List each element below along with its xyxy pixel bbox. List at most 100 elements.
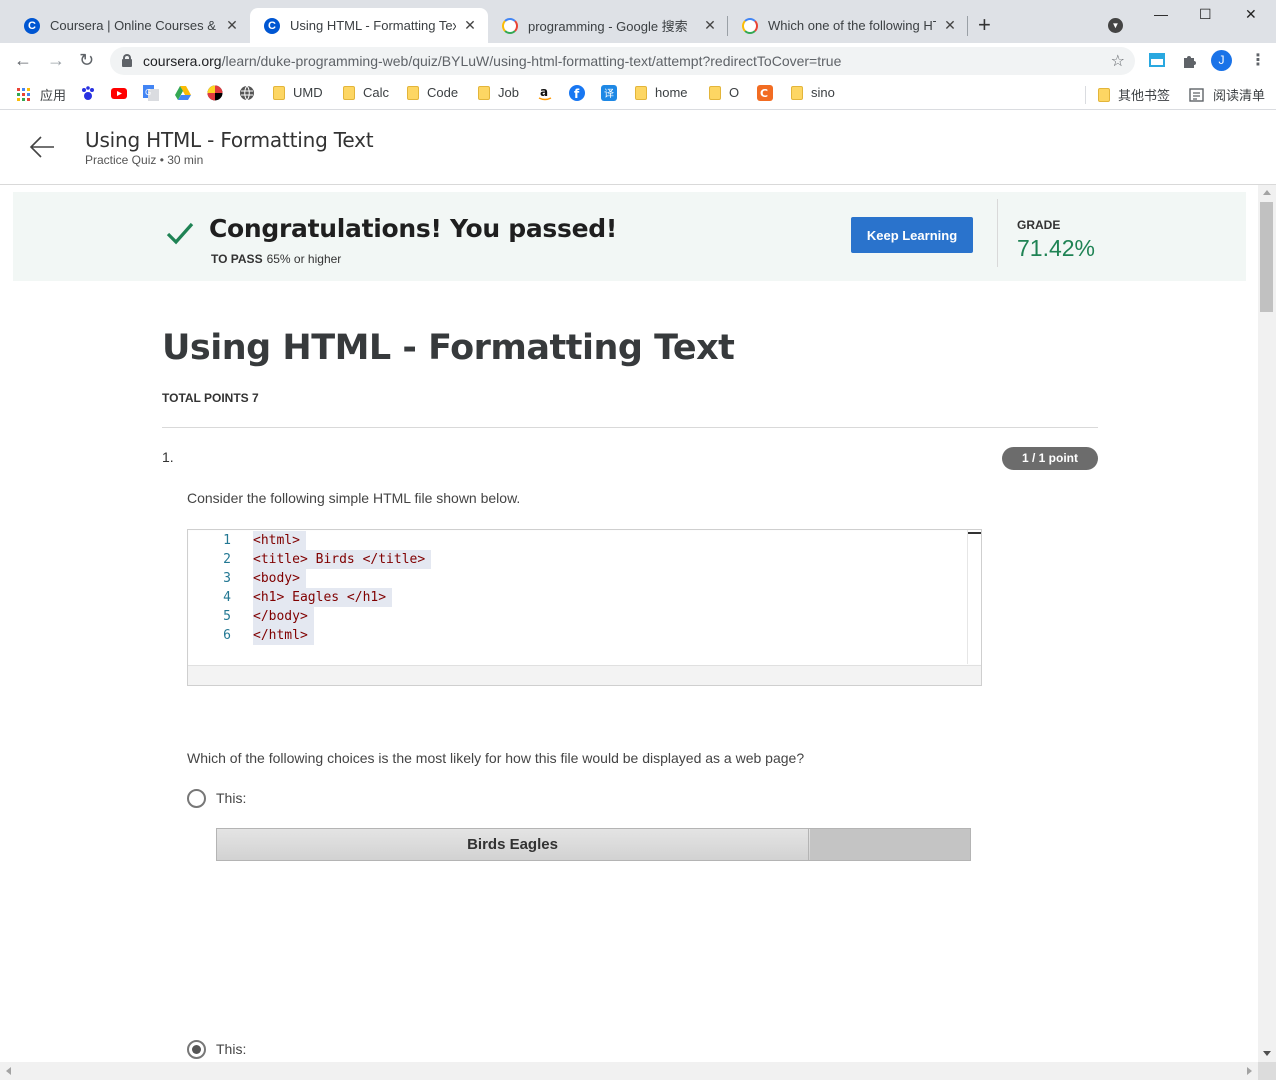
bookmark-amazon[interactable]: a xyxy=(537,85,561,101)
bookmark-folder-o[interactable]: O xyxy=(709,85,739,100)
c-orange-icon: C xyxy=(757,85,773,101)
folder-icon xyxy=(273,85,285,100)
translate-app-icon: 译 xyxy=(601,85,617,101)
code-scrollbar[interactable] xyxy=(967,530,981,664)
svg-text:a: a xyxy=(540,85,548,99)
code-editor[interactable]: 1 <html> 2 <title> Birds </title> 3 <body> … xyxy=(187,529,982,686)
forward-icon[interactable]: → xyxy=(47,51,65,69)
bookmark-youtube[interactable] xyxy=(111,85,135,101)
scroll-thumb[interactable] xyxy=(1260,202,1273,312)
bookmark-label: Calc xyxy=(363,85,390,100)
line-number: 1 xyxy=(223,533,231,548)
bookmark-translate[interactable]: G xyxy=(143,85,167,101)
url-text[interactable]: coursera.org/learn/duke-programming-web/… xyxy=(143,53,841,69)
pass-banner: Congratulations! You passed! TO PASS 65% … xyxy=(13,192,1246,281)
line-number: 6 xyxy=(223,628,231,643)
scroll-right-icon[interactable] xyxy=(1247,1067,1252,1075)
vertical-scrollbar[interactable] xyxy=(1258,185,1276,1062)
svg-text:f: f xyxy=(574,87,580,101)
reload-icon[interactable]: ↻ xyxy=(79,51,94,69)
keep-learning-button[interactable]: Keep Learning xyxy=(851,217,973,253)
option-label-2: This: xyxy=(216,1041,247,1057)
code-text: <body> xyxy=(253,569,306,588)
bookmark-folder-sino[interactable]: sino xyxy=(791,85,835,100)
lock-icon xyxy=(122,54,132,67)
bookmark-apps[interactable]: 应用 xyxy=(16,85,66,104)
tab-google-which[interactable]: Which one of the following HT ✕ xyxy=(728,8,968,43)
close-icon[interactable]: ✕ xyxy=(942,17,958,34)
bookmark-umd-flag[interactable] xyxy=(207,85,231,101)
url-path: /learn/duke-programming-web/quiz/BYLuW/u… xyxy=(221,53,842,69)
page-title: Using HTML - Formatting Text xyxy=(85,128,374,152)
back-arrow-icon[interactable] xyxy=(28,133,56,161)
code-line: 1 <html> xyxy=(189,531,589,550)
scroll-down-icon[interactable] xyxy=(1263,1051,1271,1056)
bookmark-folder-job[interactable]: Job xyxy=(478,85,519,100)
minimize-icon[interactable]: — xyxy=(1154,6,1168,22)
question-prompt: Consider the following simple HTML file … xyxy=(187,490,521,506)
facebook-icon: f xyxy=(569,85,585,101)
extensions-puzzle-icon[interactable] xyxy=(1181,51,1199,69)
bookmark-folder-calc[interactable]: Calc xyxy=(343,85,389,100)
tab-active-quiz[interactable]: C Using HTML - Formatting Text ✕ xyxy=(250,8,488,43)
tab-title: programming - Google 搜索 xyxy=(528,19,688,34)
bookmark-drive[interactable] xyxy=(175,85,199,101)
tab-search-icon[interactable]: ▼ xyxy=(1108,18,1123,33)
divider xyxy=(162,427,1098,428)
bookmark-translate-app[interactable]: 译 xyxy=(601,85,625,101)
bookmark-label: Code xyxy=(427,85,459,100)
close-icon[interactable]: ✕ xyxy=(702,17,718,34)
extension-icon[interactable] xyxy=(1148,51,1166,69)
bookmark-folder-umd[interactable]: UMD xyxy=(273,85,323,100)
bookmark-folder-home[interactable]: home xyxy=(635,85,688,100)
bookmark-c-orange[interactable]: C xyxy=(757,85,781,101)
option-radio-1[interactable] xyxy=(187,789,206,808)
google-icon xyxy=(502,17,518,34)
tab-coursera-home[interactable]: C Coursera | Online Courses & C ✕ xyxy=(10,8,250,43)
window-close-icon[interactable]: ✕ xyxy=(1245,6,1257,23)
amazon-icon: a xyxy=(538,85,552,101)
points-badge: 1 / 1 point xyxy=(1002,447,1098,470)
profile-avatar[interactable]: J xyxy=(1211,50,1232,71)
bookmark-label: Job xyxy=(498,85,519,100)
bookmarks-divider xyxy=(1085,86,1086,104)
address-bar[interactable]: coursera.org/learn/duke-programming-web/… xyxy=(110,47,1135,75)
menu-kebab-icon[interactable]: ⋮ xyxy=(1250,50,1266,70)
scroll-left-icon[interactable] xyxy=(6,1067,11,1075)
close-icon[interactable]: ✕ xyxy=(462,17,478,34)
tab-google-search[interactable]: programming - Google 搜索 ✕ xyxy=(488,8,728,43)
bookmark-facebook[interactable]: f xyxy=(569,85,593,101)
bookmark-label: 阅读清单 xyxy=(1213,88,1266,103)
tab-title: Using HTML - Formatting Text xyxy=(290,18,456,33)
maximize-icon[interactable]: ☐ xyxy=(1199,6,1212,23)
scroll-up-icon[interactable] xyxy=(1263,190,1271,195)
code-area: 1 <html> 2 <title> Birds </title> 3 <body> … xyxy=(189,531,967,665)
bookmark-label: sino xyxy=(811,85,835,100)
code-footer xyxy=(188,665,981,685)
google-drive-icon xyxy=(175,86,191,100)
option-preview-image: Birds Eagles xyxy=(216,828,971,861)
line-number: 3 xyxy=(223,571,231,586)
scroll-corner xyxy=(1258,1062,1276,1080)
bookmark-label: 应用 xyxy=(40,88,67,103)
tab-title: Coursera | Online Courses & C xyxy=(50,18,218,33)
url-host: coursera.org xyxy=(143,53,222,69)
new-tab-button[interactable]: + xyxy=(978,14,991,36)
back-icon[interactable]: ← xyxy=(14,51,32,69)
bookmark-baidu[interactable] xyxy=(80,85,104,101)
code-line: 5 </body> xyxy=(189,607,589,626)
apps-grid-icon xyxy=(17,87,30,101)
code-line: 3 <body> xyxy=(189,569,589,588)
bookmark-star-icon[interactable]: ☆ xyxy=(1111,51,1125,71)
bookmark-other[interactable]: 其他书签 xyxy=(1098,85,1170,104)
option-radio-2[interactable] xyxy=(187,1040,206,1059)
bookmark-folder-code[interactable]: Code xyxy=(407,85,458,100)
folder-icon xyxy=(343,85,355,100)
line-number: 4 xyxy=(223,590,231,605)
close-icon[interactable]: ✕ xyxy=(224,17,240,34)
bookmark-globe[interactable] xyxy=(239,85,263,101)
folder-icon xyxy=(709,85,721,100)
reading-list[interactable]: 阅读清单 xyxy=(1189,85,1265,104)
horizontal-scrollbar[interactable] xyxy=(0,1062,1258,1080)
code-text: </html> xyxy=(253,626,314,645)
